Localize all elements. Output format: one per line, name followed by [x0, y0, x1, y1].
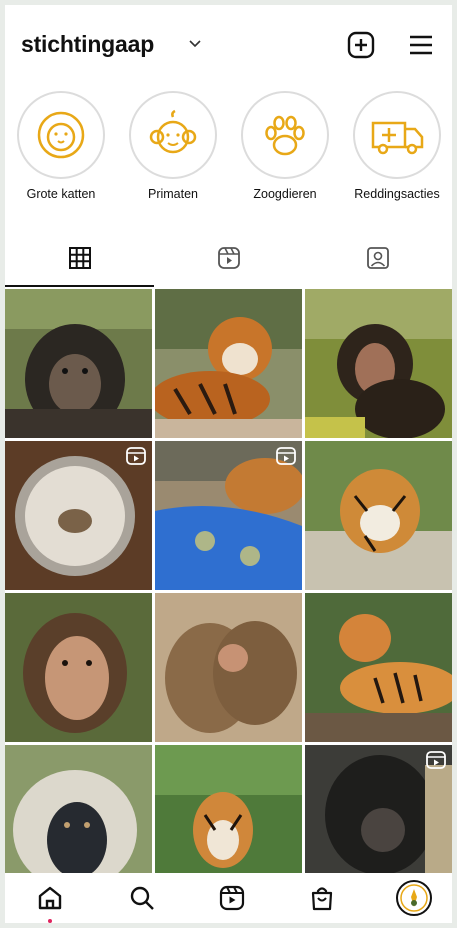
- home-icon[interactable]: [35, 883, 65, 913]
- username[interactable]: stichtingaap: [21, 31, 154, 58]
- reel-badge-icon: [276, 447, 296, 465]
- post-thumbnail[interactable]: [155, 593, 302, 742]
- notification-dot: [48, 919, 52, 923]
- profile-tabs: [5, 233, 452, 287]
- highlight-label: Grote katten: [26, 187, 96, 201]
- post-thumbnail[interactable]: [305, 289, 452, 438]
- post-thumbnail[interactable]: [5, 593, 152, 742]
- reel-badge-icon: [426, 751, 446, 769]
- app-screen: stichtingaap Grote katten Primaten Zoogd…: [5, 5, 452, 923]
- highlight-label: Zoogdieren: [253, 187, 317, 201]
- post-thumbnail[interactable]: [5, 441, 152, 590]
- search-icon[interactable]: [127, 883, 157, 913]
- tagged-icon: [367, 247, 389, 269]
- post-thumbnail[interactable]: [155, 745, 302, 894]
- reel-badge-icon: [126, 447, 146, 465]
- post-thumbnail[interactable]: [155, 441, 302, 590]
- profile-header: stichtingaap: [5, 5, 452, 83]
- shop-icon[interactable]: [307, 883, 337, 913]
- tab-tagged[interactable]: [303, 233, 452, 287]
- post-thumbnail[interactable]: [305, 745, 452, 894]
- post-thumbnail[interactable]: [5, 289, 152, 438]
- post-thumbnail[interactable]: [305, 593, 452, 742]
- highlight-label: Primaten: [147, 187, 199, 201]
- bottom-navigation: [5, 873, 452, 923]
- plus-square-icon[interactable]: [345, 29, 377, 61]
- reels-icon[interactable]: [217, 883, 247, 913]
- highlight-label: Reddingsacties: [354, 187, 440, 201]
- post-thumbnail[interactable]: [155, 289, 302, 438]
- grid-icon: [69, 247, 91, 269]
- paw-icon: [265, 115, 305, 156]
- post-thumbnail[interactable]: [5, 745, 152, 894]
- ambulance-icon: [371, 121, 424, 155]
- post-thumbnail[interactable]: [305, 441, 452, 590]
- profile-avatar[interactable]: [395, 879, 433, 917]
- post-grid: [5, 289, 452, 894]
- reels-icon: [218, 247, 240, 269]
- tab-reels[interactable]: [154, 233, 303, 287]
- lion-icon: [37, 111, 85, 159]
- menu-icon[interactable]: [405, 29, 437, 61]
- chevron-down-icon[interactable]: [188, 36, 202, 50]
- story-highlights: Grote katten Primaten Zoogdieren Redding…: [5, 91, 452, 211]
- monkey-icon: [149, 109, 197, 154]
- tab-posts[interactable]: [5, 233, 154, 287]
